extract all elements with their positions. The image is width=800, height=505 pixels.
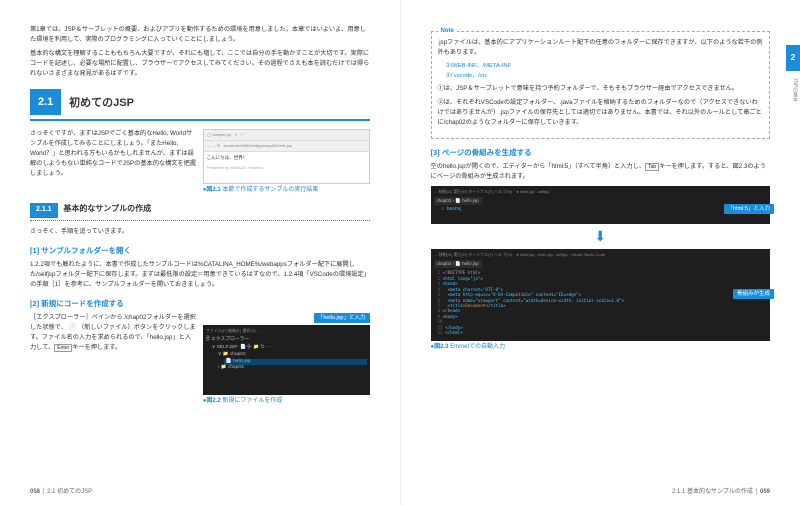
figure-2-3-bottom: … 移動(G) 実行(R) ターミナル(T) ヘルプ(H) ● hello.js… [431, 249, 771, 341]
step-3-para: 空のhello.jspが開くので、エディターから「html:5」（すべて半角）と… [431, 162, 771, 182]
figure-2-1-browser: ◯ sample.jsp × + ← → ↻ localhost:8080/se… [203, 129, 370, 184]
page-right: 2 JSPの基本 Note .jspファイルは、基本的にアプリケーションルート配… [400, 0, 800, 505]
figure-2-3-top: … 移動(G) 実行(R) ターミナル(T) ヘルプ(H) ● hello.js… [431, 186, 771, 224]
chapter-tab: 2 [786, 45, 800, 71]
chapter-tab-label: JSPの基本 [791, 78, 799, 102]
fig-2-1-caption: ●図2.1 本節で作成するサンプルの実行結果 [203, 186, 370, 195]
subsection-title: 基本的なサンプルの作成 [63, 204, 151, 213]
step-2-para: ［エクスプローラー］ペインから /chap02フォルダーを選択した状態で、 📄 … [30, 313, 197, 353]
intro-para-1: 第1章では、JSP＆サーブレットの概要、およびアプリを動作するための環境を用意し… [30, 25, 370, 45]
note-item-2: ②/.vscode、/src [446, 72, 764, 81]
page-left: 第1章では、JSP＆サーブレットの概要、およびアプリを動作するための環境を用意し… [0, 0, 400, 505]
arrow-down-icon: ⬇ [431, 226, 771, 247]
lead-para: さっそくですが、まずはJSPでごく基本的なHello, Worldサンプルを作成… [30, 129, 197, 179]
callout-html5: 「html:5」と入力 [724, 204, 774, 214]
subsection-number: 2.1.1 [30, 203, 58, 218]
note-label: Note [438, 27, 457, 36]
step-1-para: 1.2.2項でも触れたように、本書で作成したサンプルコードは%CATALINA_… [30, 260, 370, 290]
footer-left: 058 │ 2.1 初めてのJSP [30, 488, 92, 497]
figure-2-2-vscode: ファイル(F) 編集(E) 選択(S) … 🗎 エクスプローラー ∨ SELFJ… [203, 325, 370, 395]
sub-lead: さっそく、手順を追っていきます。 [30, 227, 370, 237]
callout-frame: 骨組みが生成 [733, 289, 774, 299]
subsection-header: 2.1.1 基本的なサンプルの作成 [30, 203, 370, 221]
footer-right: 2.1.1 基本的なサンプルの作成 │ 059 [672, 488, 770, 497]
note-box: Note .jspファイルは、基本的にアプリケーションルート配下の任意のフォルダ… [431, 31, 771, 139]
fig-2-3-caption: ●図2.3 Emmetでの自動入力 [431, 343, 771, 352]
note-item-1: ①/WEB-INF、/META-INF [446, 62, 764, 71]
callout-hello-jsp: 「hello.jsp」と入力 [314, 313, 370, 323]
step-2-heading: [2] 新規にコードを作成する [30, 298, 370, 309]
intro-para-2: 基本的な構文を理解することももちろん大要ですが、それにも増して、ここでは自分の手… [30, 49, 370, 79]
section-header: 2.1 初めてのJSP [30, 89, 370, 122]
step-3-heading: [3] ページの骨組みを生成する [431, 147, 771, 158]
fig-2-2-caption: ●図2.2 新規にファイルを作成 [203, 397, 370, 406]
step-1-heading: [1] サンプルフォルダーを開く [30, 245, 370, 256]
section-title: 初めてのJSP [69, 95, 134, 112]
section-number: 2.1 [30, 89, 61, 116]
